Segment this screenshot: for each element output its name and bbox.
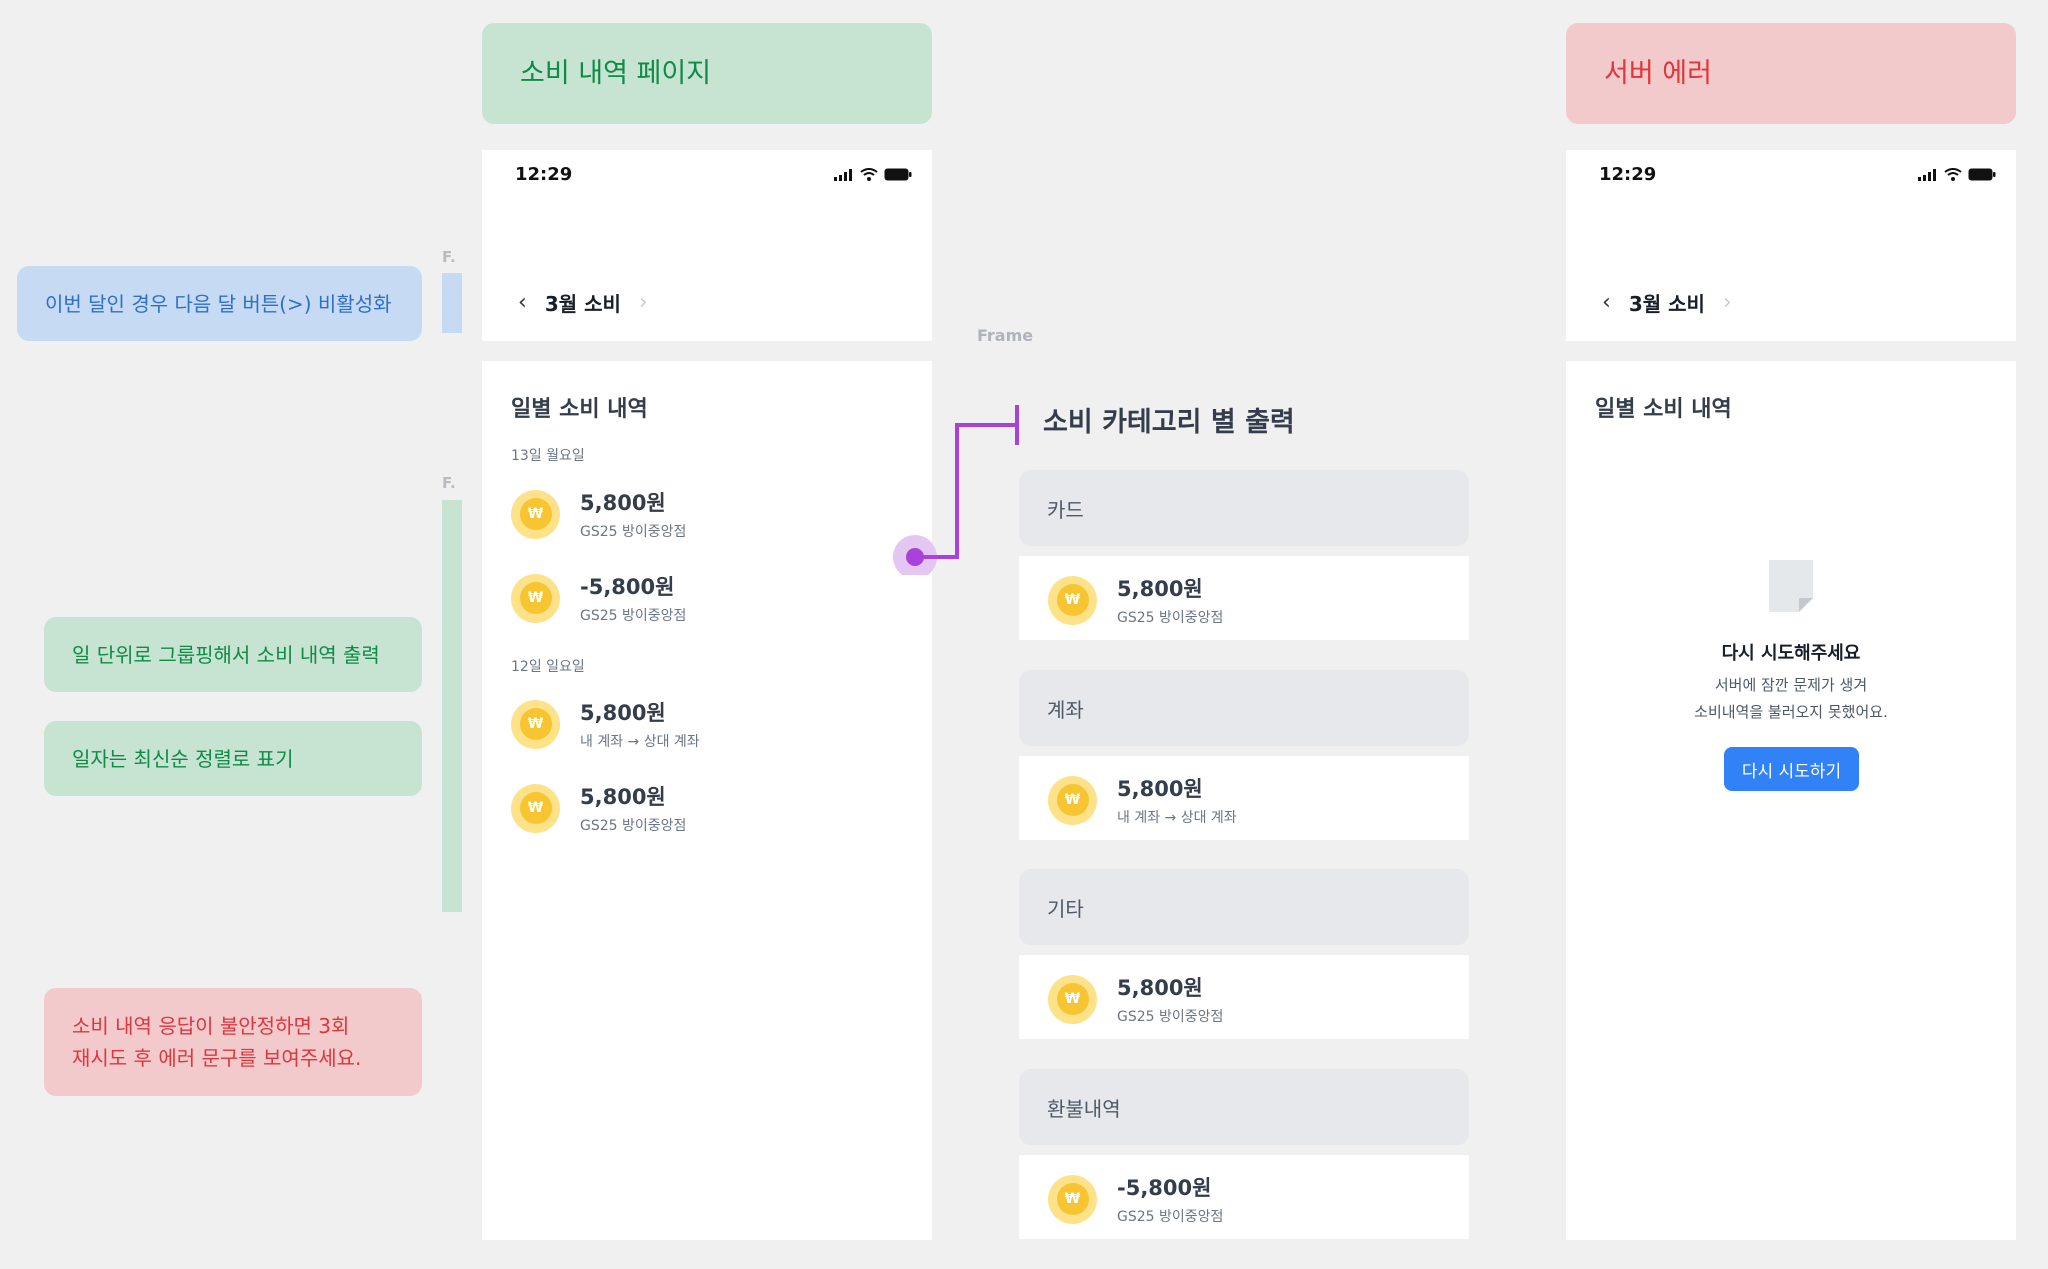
section-title: 일별 소비 내역 bbox=[511, 397, 648, 422]
category-header-refund: 환불내역 bbox=[1019, 1069, 1469, 1145]
transaction-amount: 5,800원 bbox=[1117, 577, 1203, 601]
frame-label: Frame bbox=[977, 326, 1034, 345]
category-section-title: 소비 카테고리 별 출력 bbox=[1043, 407, 1295, 438]
battery-icon bbox=[1968, 168, 1996, 181]
chevron-right-icon: › bbox=[638, 290, 648, 315]
annotation-bar-blue bbox=[442, 273, 462, 333]
category-header-card: 카드 bbox=[1019, 470, 1469, 546]
note-text: 일자는 최신순 정렬로 표기 bbox=[72, 746, 294, 771]
category-transaction-row[interactable]: ₩ 5,800원 내 계좌 → 상대 계좌 bbox=[1019, 756, 1469, 840]
header-text: 서버 에러 bbox=[1604, 57, 1712, 89]
transaction-amount: -5,800원 bbox=[580, 575, 675, 599]
chevron-left-icon[interactable]: ‹ bbox=[1602, 290, 1611, 315]
note-text-line2: 재시도 후 에러 문구를 보여주세요. bbox=[72, 1046, 362, 1070]
transaction-item[interactable]: ₩ 5,800원 GS25 방이중앙점 bbox=[1048, 972, 1223, 1026]
error-message-line2: 소비내역을 불러오지 못했어요. bbox=[1694, 703, 1888, 721]
category-header-other: 기타 bbox=[1019, 869, 1469, 945]
status-time: 12:29 bbox=[515, 164, 573, 185]
transaction-amount: 5,800원 bbox=[1117, 976, 1203, 1000]
won-coin-icon: ₩ bbox=[511, 783, 560, 833]
month-title: 3월 소비 bbox=[544, 292, 621, 316]
won-coin-icon: ₩ bbox=[511, 699, 560, 749]
transaction-desc: GS25 방이중앙점 bbox=[1117, 1009, 1224, 1025]
transaction-item[interactable]: ₩ -5,800원 GS25 방이중앙점 bbox=[1048, 1172, 1223, 1226]
won-coin-icon: ₩ bbox=[511, 573, 560, 623]
transaction-amount: 5,800원 bbox=[580, 785, 666, 809]
transaction-item[interactable]: ₩ 5,800원 GS25 방이중앙점 bbox=[511, 487, 686, 541]
transaction-item[interactable]: ₩ 5,800원 내 계좌 → 상대 계좌 bbox=[1048, 773, 1237, 827]
transaction-amount: -5,800원 bbox=[1117, 1176, 1212, 1200]
signal-icon bbox=[834, 168, 852, 181]
transaction-desc: 내 계좌 → 상대 계좌 bbox=[580, 734, 700, 750]
transaction-amount: 5,800원 bbox=[1117, 777, 1203, 801]
month-navigator: ‹ 3월 소비 › bbox=[1602, 288, 1732, 317]
won-coin-icon: ₩ bbox=[1048, 974, 1097, 1024]
transaction-desc: GS25 방이중앙점 bbox=[580, 608, 687, 624]
transaction-desc: GS25 방이중앙점 bbox=[1117, 1209, 1224, 1225]
header-text: 소비 내역 페이지 bbox=[520, 57, 712, 89]
transaction-item[interactable]: ₩ 5,800원 GS25 방이중앙점 bbox=[1048, 573, 1223, 627]
chevron-right-icon: › bbox=[1722, 290, 1732, 315]
transaction-desc: GS25 방이중앙점 bbox=[1117, 610, 1224, 626]
transaction-desc: 내 계좌 → 상대 계좌 bbox=[1117, 810, 1237, 826]
category-transaction-row[interactable]: ₩ 5,800원 GS25 방이중앙점 bbox=[1019, 556, 1469, 640]
day-label: 13일 월요일 bbox=[511, 448, 585, 464]
status-icons bbox=[1918, 168, 1996, 181]
category-transaction-row[interactable]: ₩ 5,800원 GS25 방이중앙점 bbox=[1019, 955, 1469, 1039]
status-icons bbox=[834, 168, 912, 181]
day-label: 12일 일요일 bbox=[511, 659, 585, 675]
wifi-icon bbox=[860, 168, 878, 181]
battery-icon bbox=[884, 168, 912, 181]
frame-marker-label: F. bbox=[442, 474, 456, 492]
section-title: 일별 소비 내역 bbox=[1595, 397, 1732, 422]
history-list-panel: 일별 소비 내역 13일 월요일 ₩ 5,800원 GS25 방이중앙점 ₩ -… bbox=[482, 361, 932, 1240]
won-coin-icon: ₩ bbox=[1048, 1174, 1097, 1224]
note-text: 일 단위로 그룹핑해서 소비 내역 출력 bbox=[72, 642, 380, 667]
wifi-icon bbox=[1944, 168, 1962, 181]
transaction-item[interactable]: ₩ 5,800원 내 계좌 → 상대 계좌 bbox=[511, 697, 700, 751]
document-icon bbox=[1769, 560, 1813, 612]
note-retry-error: 소비 내역 응답이 불안정하면 3회 재시도 후 에러 문구를 보여주세요. bbox=[44, 988, 422, 1096]
note-sort-latest: 일자는 최신순 정렬로 표기 bbox=[44, 721, 422, 796]
frame-marker-label: F. bbox=[442, 248, 456, 266]
retry-button[interactable]: 다시 시도하기 bbox=[1724, 747, 1859, 791]
error-content-panel: 일별 소비 내역 다시 시도해주세요 서버에 잠깐 문제가 생겨 소비내역을 불… bbox=[1566, 361, 2016, 1240]
connector-line bbox=[893, 405, 1019, 575]
annotation-bar-green bbox=[442, 500, 462, 912]
header-history-page: 소비 내역 페이지 bbox=[482, 23, 932, 124]
month-navigator: ‹ 3월 소비 › bbox=[518, 288, 648, 317]
transaction-item[interactable]: ₩ -5,800원 GS25 방이중앙점 bbox=[511, 571, 686, 625]
transaction-desc: GS25 방이중앙점 bbox=[580, 524, 687, 540]
transaction-amount: 5,800원 bbox=[580, 701, 666, 725]
category-transaction-row[interactable]: ₩ -5,800원 GS25 방이중앙점 bbox=[1019, 1155, 1469, 1239]
status-time: 12:29 bbox=[1599, 164, 1657, 185]
won-coin-icon: ₩ bbox=[1048, 575, 1097, 625]
won-coin-icon: ₩ bbox=[511, 489, 560, 539]
error-top-panel: 12:29 ‹ 3월 소비 › bbox=[1566, 150, 2016, 341]
chevron-left-icon[interactable]: ‹ bbox=[518, 290, 527, 315]
transaction-item[interactable]: ₩ 5,800원 GS25 방이중앙점 bbox=[511, 781, 686, 835]
signal-icon bbox=[1918, 168, 1936, 181]
note-text-line1: 소비 내역 응답이 불안정하면 3회 bbox=[72, 1014, 350, 1038]
error-title: 다시 시도해주세요 bbox=[1721, 643, 1861, 664]
note-group-by-day: 일 단위로 그룹핑해서 소비 내역 출력 bbox=[44, 617, 422, 692]
transaction-desc: GS25 방이중앙점 bbox=[580, 818, 687, 834]
history-top-panel: 12:29 ‹ 3월 소비 › bbox=[482, 150, 932, 341]
note-text: 이번 달인 경우 다음 달 버튼(>) 비활성화 bbox=[45, 291, 392, 316]
note-disable-next-month: 이번 달인 경우 다음 달 버튼(>) 비활성화 bbox=[17, 266, 422, 341]
won-coin-icon: ₩ bbox=[1048, 775, 1097, 825]
error-message-line1: 서버에 잠깐 문제가 생겨 bbox=[1714, 676, 1868, 694]
transaction-amount: 5,800원 bbox=[580, 491, 666, 515]
month-title: 3월 소비 bbox=[1628, 292, 1705, 316]
header-server-error: 서버 에러 bbox=[1566, 23, 2016, 124]
category-header-account: 계좌 bbox=[1019, 670, 1469, 746]
